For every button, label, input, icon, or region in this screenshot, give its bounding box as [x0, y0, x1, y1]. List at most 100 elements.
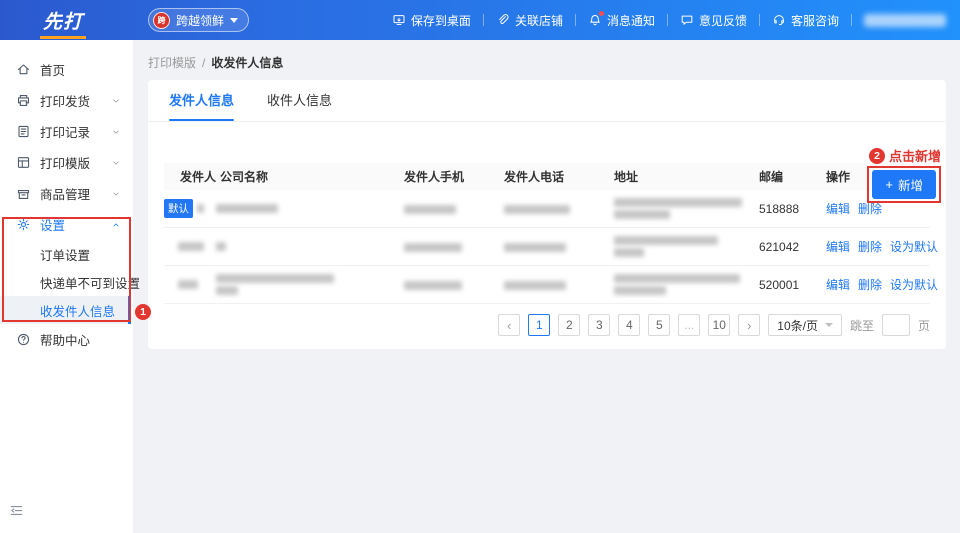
company-cell — [204, 201, 388, 216]
action-set-default[interactable]: 设为默认 — [890, 278, 938, 292]
sidebar-item-help-center[interactable]: 帮助中心 — [0, 324, 133, 355]
action-delete[interactable]: 删除 — [858, 202, 882, 216]
sidebar-item-product-management[interactable]: 商品管理 — [0, 178, 133, 209]
sidebar-item-label: 订单设置 — [40, 245, 90, 264]
breadcrumb-parent[interactable]: 打印模版 — [148, 56, 196, 70]
store-selector[interactable]: 跨 跨越领鲜 — [148, 8, 249, 32]
sidebar-item-express-unreachable-settings[interactable]: 快递单不可到设置 — [0, 268, 133, 296]
pagination-page-4[interactable]: 4 — [618, 314, 640, 336]
redacted-text — [404, 205, 456, 214]
pagination-ellipsis: ... — [678, 314, 700, 336]
sidebar-item-order-settings[interactable]: 订单设置 — [0, 240, 133, 268]
sidebar-item-home[interactable]: 首页 — [0, 54, 133, 85]
pagination-page-5[interactable]: 5 — [648, 314, 670, 336]
sender-cell — [164, 242, 204, 251]
pagination-page-10[interactable]: 10 — [708, 314, 730, 336]
menu-divider — [667, 14, 668, 26]
jump-label: 跳至 — [850, 317, 874, 334]
chevron-up-icon — [111, 220, 121, 230]
annotation-step2: 2 点击新增 + 新增 — [867, 146, 941, 203]
page-jump-input[interactable] — [882, 314, 910, 336]
sidebar-item-label: 快递单不可到设置 — [40, 273, 140, 292]
redacted-text — [178, 242, 204, 251]
topbar: 先打 跨 跨越领鲜 保存到桌面 关联店铺 消息通知 意见反馈 客服咨询 — [0, 0, 960, 40]
postcode-cell: 518888 — [743, 202, 810, 216]
mobile-cell — [388, 240, 488, 254]
tab-sender-info[interactable]: 发件人信息 — [169, 80, 234, 121]
pagination-next[interactable]: › — [738, 314, 760, 336]
action-edit[interactable]: 编辑 — [826, 202, 850, 216]
sidebar-item-sender-recipient-info[interactable]: 收发件人信息 — [0, 296, 131, 324]
table-row: 默认 518888 编辑删除 — [164, 190, 930, 228]
redacted-text — [216, 286, 238, 295]
redacted-text — [404, 243, 462, 252]
action-delete[interactable]: 删除 — [858, 240, 882, 254]
sidebar-collapse-icon[interactable] — [9, 503, 24, 523]
breadcrumb-separator: / — [202, 56, 205, 70]
menu-divider — [851, 14, 852, 26]
sidebar-item-label: 帮助中心 — [40, 330, 90, 349]
link-icon — [496, 13, 510, 27]
actions-cell: 编辑删除设为默认 — [810, 238, 946, 255]
annotation-step2-number: 2 — [869, 148, 885, 164]
table-row: 520001编辑删除设为默认 — [164, 266, 930, 304]
action-set-default[interactable]: 设为默认 — [890, 240, 938, 254]
table-row: 621042编辑删除设为默认 — [164, 228, 930, 266]
desktop-save-icon — [392, 13, 406, 27]
pagination-prev[interactable]: ‹ — [498, 314, 520, 336]
chevron-down-icon — [825, 323, 833, 327]
redacted-text — [216, 242, 226, 251]
sender-cell: 默认 — [164, 199, 204, 218]
user-account[interactable] — [864, 14, 946, 27]
column-header-5: 邮编 — [743, 168, 810, 185]
app-logo[interactable]: 先打 — [40, 7, 86, 39]
action-edit[interactable]: 编辑 — [826, 278, 850, 292]
redacted-text — [504, 281, 566, 290]
records-icon — [15, 124, 31, 140]
sidebar-item-print-templates[interactable]: 打印模版 — [0, 147, 133, 178]
table-header: 发件人公司名称发件人手机发件人电话地址邮编操作 — [164, 163, 930, 190]
mobile-cell — [388, 202, 488, 216]
breadcrumb-current: 收发件人信息 — [211, 56, 283, 70]
home-icon — [15, 62, 31, 78]
phone-cell — [488, 240, 598, 254]
actions-cell: 编辑删除设为默认 — [810, 276, 946, 293]
template-icon — [15, 155, 31, 171]
pagination-page-1[interactable]: 1 — [528, 314, 550, 336]
sidebar-item-print-shipping[interactable]: 打印发货 — [0, 85, 133, 116]
sidebar-item-label: 打印发货 — [40, 91, 90, 110]
topbar-feedback[interactable]: 意见反馈 — [680, 12, 747, 29]
menu-divider — [759, 14, 760, 26]
sidebar-item-label: 首页 — [40, 60, 65, 79]
redacted-text — [216, 204, 278, 213]
pagination-page-2[interactable]: 2 — [558, 314, 580, 336]
breadcrumb: 打印模版 / 收发件人信息 — [148, 54, 960, 71]
redacted-text — [178, 280, 198, 289]
address-cell — [598, 271, 743, 298]
action-delete[interactable]: 删除 — [858, 278, 882, 292]
topbar-link-shop[interactable]: 关联店铺 — [496, 12, 563, 29]
topbar-service[interactable]: 客服咨询 — [772, 12, 839, 29]
topbar-notifications[interactable]: 消息通知 — [588, 12, 655, 29]
redacted-text — [614, 198, 742, 207]
tab-recipient-info[interactable]: 收件人信息 — [267, 80, 332, 121]
phone-cell — [488, 278, 598, 292]
gear-icon — [15, 217, 31, 233]
sidebar-item-label: 收发件人信息 — [40, 301, 115, 320]
annotation-step2-label: 点击新增 — [889, 146, 941, 165]
redacted-text — [614, 274, 740, 283]
column-header-3: 发件人电话 — [488, 168, 598, 185]
action-edit[interactable]: 编辑 — [826, 240, 850, 254]
pagination-page-3[interactable]: 3 — [588, 314, 610, 336]
redacted-text — [614, 248, 644, 257]
redacted-text — [404, 281, 462, 290]
tab-bar: 发件人信息收件人信息 — [148, 80, 946, 122]
sidebar-item-print-records[interactable]: 打印记录 — [0, 116, 133, 147]
column-header-2: 发件人手机 — [388, 168, 488, 185]
page-size-select[interactable]: 10条/页 — [768, 314, 842, 336]
add-button[interactable]: + 新增 — [872, 170, 936, 199]
sender-table: 发件人公司名称发件人手机发件人电话地址邮编操作 默认518888编辑删除6210… — [164, 163, 930, 304]
topbar-save-desktop[interactable]: 保存到桌面 — [392, 12, 471, 29]
sidebar-item-settings[interactable]: 设置 — [0, 209, 133, 240]
feedback-icon — [680, 13, 694, 27]
